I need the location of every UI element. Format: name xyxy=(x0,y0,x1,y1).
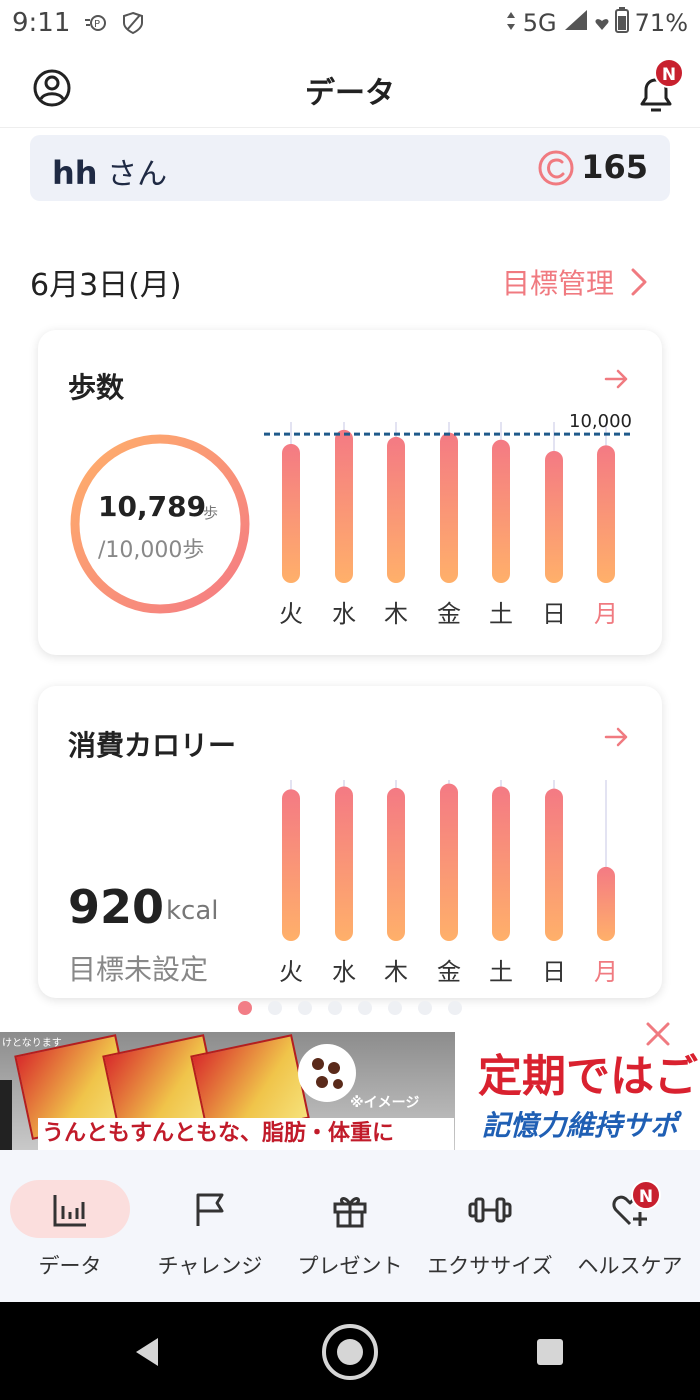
flag-icon xyxy=(196,1193,224,1226)
nav-exercise-label: エクササイズ xyxy=(427,1254,553,1278)
system-navigation-bar xyxy=(0,1302,700,1400)
ad-banner[interactable]: けとなります ※イメージ うんともすんともな、脂肪・体重に 定期ではご 記憶力維… xyxy=(0,1032,700,1150)
pager-dot[interactable] xyxy=(298,1001,312,1015)
chevron-right-icon xyxy=(631,268,647,296)
bar-chart-icon xyxy=(53,1195,86,1227)
data-arrows-icon xyxy=(505,9,517,37)
user-name: hh さん xyxy=(52,149,167,193)
network-type: 5G xyxy=(522,9,557,37)
card-pager[interactable] xyxy=(238,1001,462,1015)
notifications-button[interactable]: N xyxy=(634,58,684,114)
product-sample-image xyxy=(298,1044,356,1102)
pager-dot[interactable] xyxy=(418,1001,432,1015)
calorie-goal: 目標未設定 xyxy=(68,953,209,986)
arrow-right-icon[interactable] xyxy=(604,366,630,392)
calorie-value: 920 xyxy=(68,880,165,934)
dumbbell-icon xyxy=(468,1197,512,1223)
status-time: 9:11 xyxy=(12,8,71,38)
ad-subline: 記憶力維持サポ xyxy=(482,1109,679,1142)
ad-caption: うんともすんともな、脂肪・体重に xyxy=(38,1118,454,1150)
status-indicators: 5G 71% xyxy=(505,0,688,46)
back-icon[interactable] xyxy=(132,1336,162,1368)
ad-headline: 定期ではご xyxy=(478,1051,698,1102)
steps-goal: /10,000歩 xyxy=(98,538,205,563)
pager-dot[interactable] xyxy=(358,1001,372,1015)
current-date: 6月3日(月) xyxy=(30,268,182,303)
calorie-card-title: 消費カロリー xyxy=(68,729,237,762)
app-header: データ N xyxy=(0,46,700,128)
signal-icon xyxy=(563,8,589,38)
close-icon[interactable] xyxy=(644,1020,672,1048)
user-summary-card: hh さん xyxy=(30,135,670,201)
pager-dot[interactable] xyxy=(388,1001,402,1015)
healthcare-badge: N xyxy=(631,1180,661,1210)
steps-progress-ring xyxy=(70,434,250,614)
nav-present-label: プレゼント xyxy=(297,1254,403,1278)
battery-level: 71% xyxy=(634,9,688,37)
user-honorific: さん xyxy=(107,157,168,192)
nav-data[interactable]: データ xyxy=(0,1150,140,1302)
coin-icon xyxy=(538,150,574,186)
nav-healthcare[interactable]: N ヘルスケア xyxy=(560,1150,700,1302)
goal-management-link[interactable]: 目標管理 xyxy=(502,262,648,302)
nav-data-label: データ xyxy=(38,1254,102,1278)
svg-text:P: P xyxy=(94,19,100,30)
nav-healthcare-label: ヘルスケア xyxy=(577,1254,683,1278)
coin-count: 165 xyxy=(581,148,648,186)
user-name-value: hh xyxy=(52,154,98,192)
pager-dot[interactable] xyxy=(328,1001,342,1015)
goal-management-label: 目標管理 xyxy=(502,267,615,300)
home-icon[interactable] xyxy=(320,1322,380,1382)
gift-icon xyxy=(333,1197,367,1228)
battery-icon xyxy=(614,7,629,39)
shield-icon xyxy=(122,11,144,35)
page-title: データ xyxy=(305,76,395,111)
recents-icon[interactable] xyxy=(536,1338,564,1366)
wifi-heart-icon xyxy=(595,9,609,37)
notification-badge: N xyxy=(654,58,684,88)
steps-value: 10,789 xyxy=(98,490,207,523)
pager-dot[interactable] xyxy=(448,1001,462,1015)
calorie-unit: kcal xyxy=(166,896,219,926)
steps-card-title: 歩数 xyxy=(68,371,125,404)
ad-image: けとなります ※イメージ うんともすんともな、脂肪・体重に xyxy=(0,1032,455,1150)
nav-challenge[interactable]: チャレンジ xyxy=(140,1150,280,1302)
bottom-navigation: データ チャレンジ プレゼント エクササイズ N ヘルスケア xyxy=(0,1150,700,1302)
steps-unit: 歩 xyxy=(203,504,219,522)
pager-dot[interactable] xyxy=(268,1001,282,1015)
arrow-right-icon[interactable] xyxy=(604,724,630,750)
nav-challenge-label: チャレンジ xyxy=(157,1254,263,1278)
ad-image-note: ※イメージ xyxy=(350,1095,420,1111)
pager-dot[interactable] xyxy=(238,1001,252,1015)
nav-present[interactable]: プレゼント xyxy=(280,1150,420,1302)
nav-exercise[interactable]: エクササイズ xyxy=(420,1150,560,1302)
data-saver-icon: P xyxy=(84,13,108,33)
ad-edge-graphic xyxy=(0,1080,12,1150)
